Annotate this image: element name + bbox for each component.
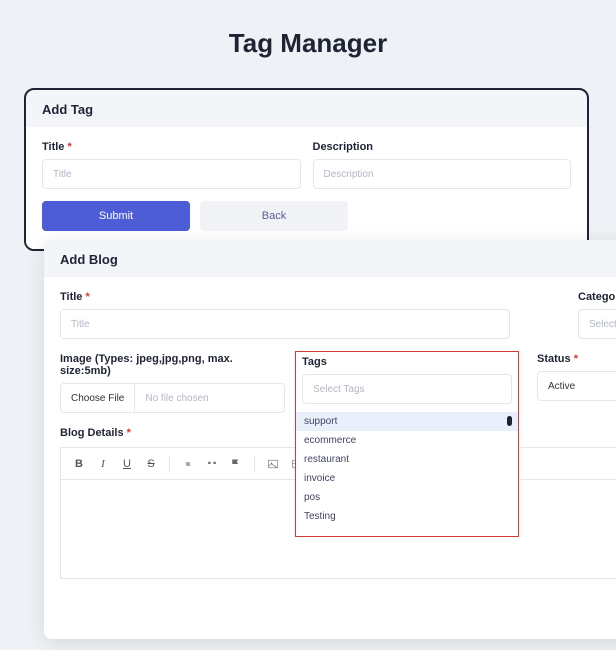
add-blog-card: Add Blog Title * Category * Image (Types… bbox=[44, 240, 616, 639]
tag-option-support[interactable]: support bbox=[296, 412, 518, 431]
page-title: Tag Manager bbox=[0, 0, 616, 81]
add-blog-header: Add Blog bbox=[44, 240, 616, 277]
tag-option-testing[interactable]: Testing bbox=[296, 507, 518, 526]
category-label: Category * bbox=[578, 291, 616, 303]
flag-icon[interactable] bbox=[226, 454, 246, 474]
tags-input[interactable]: Select Tags bbox=[302, 374, 512, 404]
submit-button[interactable]: Submit bbox=[42, 201, 190, 231]
file-status: No file chosen bbox=[135, 384, 284, 412]
add-tag-card: Add Tag Title * Description Submit Back bbox=[24, 88, 589, 251]
tags-list: support ecommerce restaurant invoice pos… bbox=[296, 412, 518, 526]
image-label: Image (Types: jpeg,jpg,png, max. size:5m… bbox=[60, 353, 285, 377]
status-label: Status * bbox=[537, 353, 616, 365]
tag-option-pos[interactable]: pos bbox=[296, 488, 518, 507]
image-icon[interactable] bbox=[263, 454, 283, 474]
choose-file-button[interactable]: Choose File bbox=[61, 384, 135, 412]
category-select[interactable] bbox=[578, 309, 616, 339]
title-label: Title * bbox=[42, 141, 301, 153]
selected-mark-icon bbox=[507, 416, 512, 426]
description-label: Description bbox=[313, 141, 572, 153]
tag-option-restaurant[interactable]: restaurant bbox=[296, 450, 518, 469]
link-icon[interactable] bbox=[178, 454, 198, 474]
add-tag-header: Add Tag bbox=[26, 90, 587, 127]
bold-icon[interactable]: B bbox=[69, 454, 89, 474]
blog-title-label: Title * bbox=[60, 291, 510, 303]
tags-label: Tags bbox=[296, 352, 518, 370]
back-button[interactable]: Back bbox=[200, 201, 348, 231]
blog-title-input[interactable] bbox=[60, 309, 510, 339]
file-input[interactable]: Choose File No file chosen bbox=[60, 383, 285, 413]
title-input[interactable] bbox=[42, 159, 301, 189]
underline-icon[interactable]: U bbox=[117, 454, 137, 474]
tag-option-ecommerce[interactable]: ecommerce bbox=[296, 431, 518, 450]
tags-dropdown: Tags Select Tags support ecommerce resta… bbox=[295, 351, 519, 537]
italic-icon[interactable]: I bbox=[93, 454, 113, 474]
description-input[interactable] bbox=[313, 159, 572, 189]
strike-icon[interactable]: S bbox=[141, 454, 161, 474]
status-select[interactable] bbox=[537, 371, 616, 401]
tag-option-invoice[interactable]: invoice bbox=[296, 469, 518, 488]
quote-icon[interactable] bbox=[202, 454, 222, 474]
